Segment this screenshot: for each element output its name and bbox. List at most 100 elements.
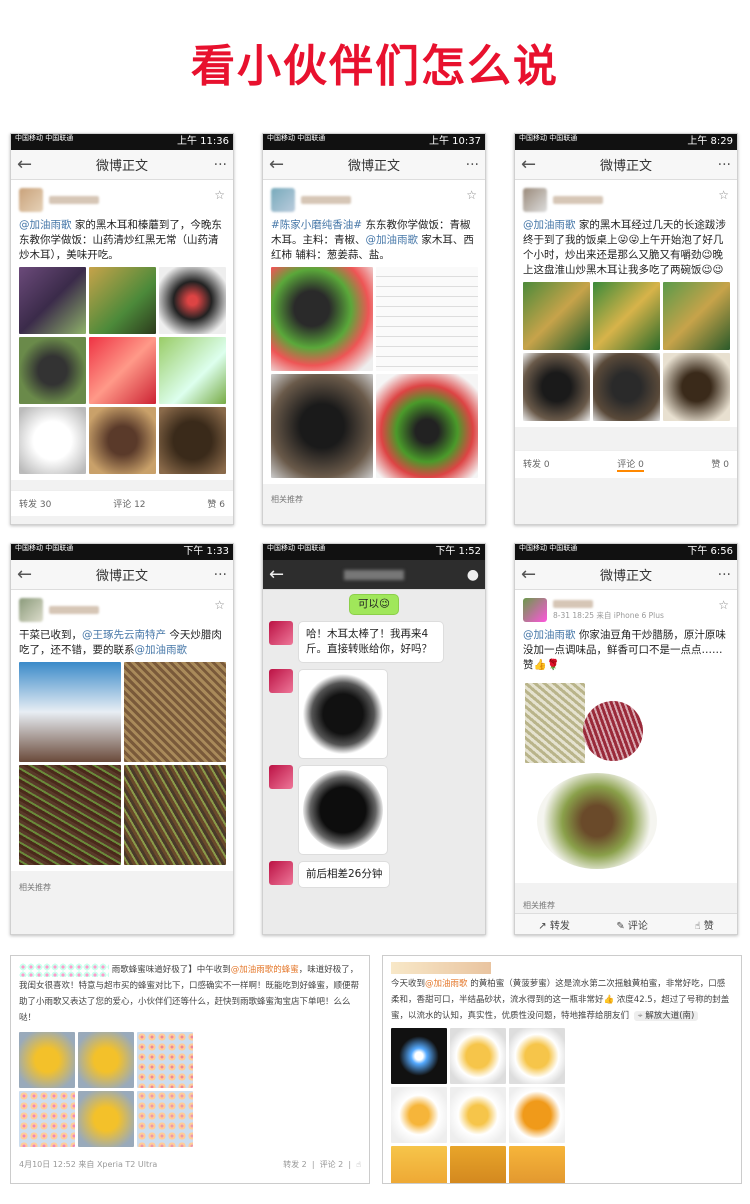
arrow-left-icon[interactable]: ← [269, 154, 289, 175]
image-bubble[interactable] [298, 765, 388, 855]
mention-link[interactable]: @加油雨歌的蜂蜜 [231, 965, 299, 975]
comment-count[interactable]: 评论 12 [113, 497, 145, 510]
avatar[interactable] [523, 188, 547, 212]
more-dots-icon[interactable]: ··· [459, 157, 479, 173]
photo[interactable] [376, 374, 478, 478]
repost-count[interactable]: 转发 0 [523, 457, 550, 472]
avatar[interactable] [269, 765, 293, 789]
photo[interactable] [78, 1091, 134, 1147]
arrow-left-icon[interactable]: ← [269, 564, 289, 585]
photo[interactable] [509, 1146, 565, 1183]
phone-screenshot-4: 中国移动 中国联通 下午 1:33 ← 微博正文 ··· ☆ 干菜已收到，@王琢… [10, 543, 234, 935]
photo[interactable] [159, 407, 226, 474]
repost-button[interactable]: ↗ 转发 [538, 917, 570, 932]
photo[interactable] [19, 1091, 75, 1147]
avatar[interactable] [19, 188, 43, 212]
mention-link-1[interactable]: @王琢先云南特产 [82, 629, 166, 641]
image-bubble[interactable] [298, 669, 388, 759]
photo[interactable] [523, 282, 590, 350]
comment-count[interactable]: 评论 2 [320, 1160, 344, 1169]
photo[interactable] [509, 1087, 565, 1143]
more-dots-icon[interactable]: ··· [207, 157, 227, 173]
photo[interactable] [450, 1146, 506, 1183]
arrow-left-icon[interactable]: ← [17, 154, 37, 175]
photo[interactable] [663, 282, 730, 350]
comment-button[interactable]: ✎ 评论 [616, 917, 648, 932]
star-icon[interactable]: ☆ [718, 188, 729, 202]
thumb-up-icon[interactable]: ☝ [356, 1160, 361, 1169]
comment-count[interactable]: 评论 0 [617, 457, 644, 472]
hashtag-link[interactable]: #陈家小磨纯香油# [271, 219, 362, 231]
location-pin-icon: ⌖ [637, 1011, 643, 1021]
photo[interactable] [19, 337, 86, 404]
photo[interactable] [271, 267, 373, 371]
avatar[interactable] [523, 598, 547, 622]
avatar[interactable] [269, 621, 293, 645]
username-blurred[interactable] [553, 599, 593, 608]
mention-link[interactable]: @加油雨歌 [425, 979, 468, 989]
photo[interactable] [663, 353, 730, 421]
photo[interactable] [271, 374, 373, 478]
photo[interactable] [523, 353, 590, 421]
photo[interactable] [593, 282, 660, 350]
photo[interactable] [137, 1032, 193, 1088]
mention-link[interactable]: @加油雨歌 [19, 219, 72, 231]
photo[interactable] [537, 773, 657, 869]
arrow-left-icon[interactable]: ← [521, 564, 541, 585]
star-icon[interactable]: ☆ [214, 598, 225, 612]
username-blurred[interactable] [301, 196, 351, 204]
photo[interactable] [19, 765, 121, 865]
avatar[interactable] [19, 598, 43, 622]
repost-count[interactable]: 转发 30 [19, 497, 51, 510]
mention-link[interactable]: @加油雨歌 [523, 219, 576, 231]
avatar[interactable] [269, 669, 293, 693]
like-button[interactable]: ☝ 赞 [694, 917, 713, 932]
photo[interactable] [450, 1028, 506, 1084]
photo[interactable] [159, 337, 226, 404]
avatar[interactable] [271, 188, 295, 212]
mention-link[interactable]: @加油雨歌 [523, 629, 576, 641]
photo[interactable] [525, 683, 585, 763]
photo[interactable] [89, 337, 156, 404]
username-blurred[interactable] [49, 606, 99, 614]
photo[interactable] [391, 1028, 447, 1084]
photo[interactable] [89, 407, 156, 474]
like-count[interactable]: 赞 0 [711, 457, 729, 472]
photo[interactable] [19, 267, 86, 334]
photo[interactable] [78, 1032, 134, 1088]
star-icon[interactable]: ☆ [214, 188, 225, 202]
arrow-left-icon[interactable]: ← [17, 564, 37, 585]
person-icon[interactable]: ● [459, 567, 479, 583]
more-dots-icon[interactable]: ··· [207, 567, 227, 583]
repost-count[interactable]: 转发 2 [283, 1160, 307, 1169]
mention-link-2[interactable]: @加油雨歌 [135, 644, 188, 656]
photo[interactable] [19, 1032, 75, 1088]
photo[interactable] [391, 1087, 447, 1143]
mention-link[interactable]: @加油雨歌 [366, 234, 419, 246]
photo[interactable] [89, 267, 156, 334]
star-icon[interactable]: ☆ [718, 598, 729, 612]
more-dots-icon[interactable]: ··· [711, 157, 731, 173]
star-icon[interactable]: ☆ [466, 188, 477, 202]
location-tag[interactable]: ⌖ 解放大道(南) [633, 1011, 699, 1021]
avatar[interactable] [269, 861, 293, 885]
status-bar: 中国移动 中国联通 下午 1:33 [11, 544, 233, 560]
like-count[interactable]: 赞 6 [207, 497, 225, 510]
more-dots-icon[interactable]: ··· [711, 567, 731, 583]
username-blurred[interactable] [553, 196, 603, 204]
photo[interactable] [19, 662, 121, 762]
photo[interactable] [19, 407, 86, 474]
nav-bar: ← 微博正文 ··· [263, 150, 485, 180]
photo[interactable] [509, 1028, 565, 1084]
photo[interactable] [159, 267, 226, 334]
photo[interactable] [450, 1087, 506, 1143]
arrow-left-icon[interactable]: ← [521, 154, 541, 175]
photo[interactable] [124, 662, 226, 762]
photo[interactable] [137, 1091, 193, 1147]
photo[interactable] [124, 765, 226, 865]
photo[interactable] [376, 267, 478, 371]
username-blurred[interactable] [49, 196, 99, 204]
photo[interactable] [583, 701, 643, 761]
photo[interactable] [391, 1146, 447, 1183]
photo[interactable] [593, 353, 660, 421]
